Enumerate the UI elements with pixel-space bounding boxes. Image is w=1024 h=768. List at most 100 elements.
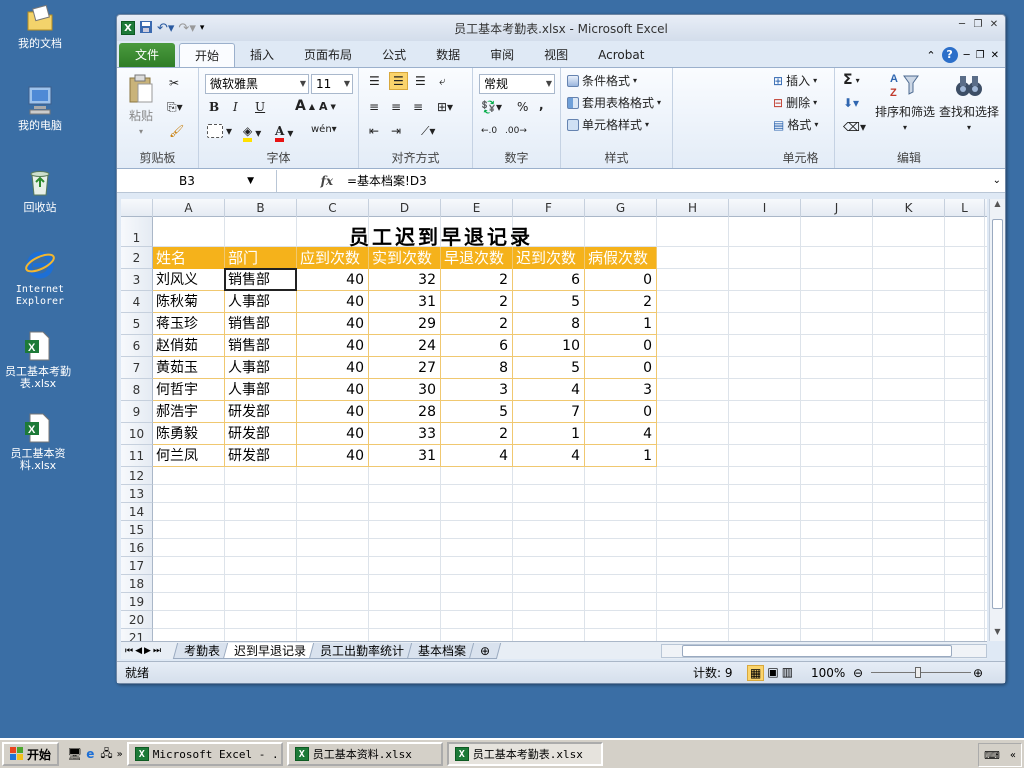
- scroll-thumb[interactable]: [992, 219, 1003, 609]
- sheet-tab-late-early[interactable]: 迟到早退记录: [222, 642, 318, 659]
- desktop-icon-attendance-file[interactable]: X 员工基本考勤表.xlsx: [0, 330, 78, 390]
- row-header[interactable]: 3: [121, 269, 153, 291]
- table-cell[interactable]: 人事部: [225, 357, 297, 379]
- quicklaunch-icon[interactable]: 🖧: [100, 745, 112, 764]
- table-cell[interactable]: 5: [513, 291, 585, 313]
- table-cell[interactable]: 4: [585, 423, 657, 445]
- column-header[interactable]: B: [225, 199, 297, 217]
- table-cell[interactable]: 40: [297, 313, 369, 335]
- table-cell[interactable]: 29: [369, 313, 441, 335]
- sheet-tab-attendance-rate[interactable]: 员工出勤率统计: [308, 642, 416, 659]
- table-cell[interactable]: 2: [441, 423, 513, 445]
- table-cell[interactable]: 28: [369, 401, 441, 423]
- row-header[interactable]: 4: [121, 291, 153, 313]
- tab-file[interactable]: 文件: [119, 43, 176, 67]
- row-header[interactable]: 11: [121, 445, 153, 467]
- desktop-icon-my-computer[interactable]: 我的电脑: [0, 84, 80, 132]
- desktop-icon-profile-file[interactable]: X 员工基本资料.xlsx: [0, 412, 78, 472]
- table-cell[interactable]: 人事部: [225, 379, 297, 401]
- table-cell[interactable]: 1: [513, 423, 585, 445]
- table-cell[interactable]: 40: [297, 291, 369, 313]
- taskbar-btn-excel[interactable]: X Microsoft Excel - ...: [126, 742, 283, 766]
- column-header[interactable]: L: [945, 199, 985, 217]
- scroll-down-icon[interactable]: ▼: [990, 627, 1005, 641]
- row-header[interactable]: 18: [121, 575, 153, 593]
- font-name-combo[interactable]: 微软雅黑 ▼: [205, 74, 309, 94]
- zoom-slider-thumb[interactable]: [915, 667, 921, 678]
- table-cell[interactable]: 7: [513, 401, 585, 423]
- save-icon[interactable]: [139, 20, 153, 37]
- align-right-icon[interactable]: ≡: [413, 100, 423, 114]
- format-cells-button[interactable]: ▤ 格式 ▾: [773, 116, 818, 133]
- align-left-icon[interactable]: ≡: [369, 100, 379, 114]
- tab-page-layout[interactable]: 页面布局: [289, 43, 367, 67]
- normal-view-icon[interactable]: ▦: [747, 664, 765, 681]
- table-cell[interactable]: 0: [585, 357, 657, 379]
- column-header[interactable]: C: [297, 199, 369, 217]
- table-cell[interactable]: 40: [297, 423, 369, 445]
- table-cell[interactable]: 人事部: [225, 291, 297, 313]
- doc-minimize-button[interactable]: ─: [964, 50, 970, 61]
- restore-button[interactable]: ❐: [971, 19, 985, 31]
- table-cell[interactable]: 10: [513, 335, 585, 357]
- row-header[interactable]: 13: [121, 485, 153, 503]
- find-select-button[interactable]: 查找和选择 ▾: [939, 70, 999, 132]
- table-cell[interactable]: 0: [585, 335, 657, 357]
- align-center-icon[interactable]: ≡: [391, 100, 401, 114]
- column-header[interactable]: D: [369, 199, 441, 217]
- desktop-icon-internet-explorer[interactable]: Internet Explorer: [0, 248, 80, 308]
- table-cell[interactable]: 40: [297, 401, 369, 423]
- align-bottom-icon[interactable]: ☰: [415, 74, 426, 88]
- increase-decimal-icon[interactable]: ←.0: [481, 126, 497, 136]
- doc-close-button[interactable]: ✕: [991, 50, 999, 61]
- column-header[interactable]: J: [801, 199, 873, 217]
- select-all-corner[interactable]: [121, 199, 153, 217]
- table-cell[interactable]: 陈秋菊: [153, 291, 225, 313]
- table-cell[interactable]: 蒋玉珍: [153, 313, 225, 335]
- tab-insert[interactable]: 插入: [235, 43, 289, 67]
- help-icon[interactable]: ?: [941, 47, 958, 63]
- table-cell[interactable]: 8: [513, 313, 585, 335]
- table-cell[interactable]: 31: [369, 291, 441, 313]
- row-header[interactable]: 19: [121, 593, 153, 611]
- table-cell[interactable]: 5: [441, 401, 513, 423]
- table-cell[interactable]: 郝浩宇: [153, 401, 225, 423]
- name-box[interactable]: B3 ▼: [117, 169, 277, 192]
- table-cell[interactable]: 2: [441, 291, 513, 313]
- bold-button[interactable]: B: [209, 100, 219, 114]
- zoom-in-icon[interactable]: ⊕: [973, 666, 983, 680]
- percent-button[interactable]: %: [517, 100, 528, 114]
- table-cell[interactable]: 1: [585, 445, 657, 467]
- font-color-icon[interactable]: A ▾: [275, 124, 293, 142]
- phonetic-icon[interactable]: wén▾: [311, 124, 337, 135]
- doc-restore-button[interactable]: ❐: [976, 50, 985, 61]
- sort-filter-button[interactable]: AZ 排序和筛选 ▾: [875, 70, 935, 132]
- tab-view[interactable]: 视图: [529, 43, 583, 67]
- row-header[interactable]: 20: [121, 611, 153, 629]
- copy-icon[interactable]: ⎘▾: [167, 100, 183, 115]
- table-cell[interactable]: 研发部: [225, 401, 297, 423]
- table-cell[interactable]: 陈勇毅: [153, 423, 225, 445]
- decrease-decimal-icon[interactable]: .00→: [505, 126, 527, 136]
- currency-icon[interactable]: 💱▾: [481, 100, 502, 114]
- row-header[interactable]: 6: [121, 335, 153, 357]
- table-cell[interactable]: 4: [513, 445, 585, 467]
- border-icon[interactable]: ▾: [207, 124, 232, 138]
- table-cell[interactable]: 40: [297, 445, 369, 467]
- excel-app-icon[interactable]: X: [121, 21, 135, 35]
- table-cell[interactable]: 刘风义: [153, 269, 225, 291]
- tab-acrobat[interactable]: Acrobat: [583, 43, 659, 67]
- horizontal-scrollbar[interactable]: [661, 644, 987, 658]
- taskbar-btn-profile[interactable]: X 员工基本资料.xlsx: [286, 742, 443, 766]
- row-header[interactable]: 12: [121, 467, 153, 485]
- orientation-icon[interactable]: ⟋▾: [421, 124, 435, 139]
- table-cell[interactable]: 40: [297, 357, 369, 379]
- formula-input[interactable]: =基本档案!D3: [341, 172, 427, 189]
- insert-function-button[interactable]: fx: [277, 174, 341, 188]
- row-header[interactable]: 14: [121, 503, 153, 521]
- column-header[interactable]: F: [513, 199, 585, 217]
- cell-style-button[interactable]: 单元格样式 ▾: [567, 116, 649, 133]
- row-header[interactable]: 1: [121, 217, 153, 247]
- table-cell[interactable]: 黄茹玉: [153, 357, 225, 379]
- column-header[interactable]: E: [441, 199, 513, 217]
